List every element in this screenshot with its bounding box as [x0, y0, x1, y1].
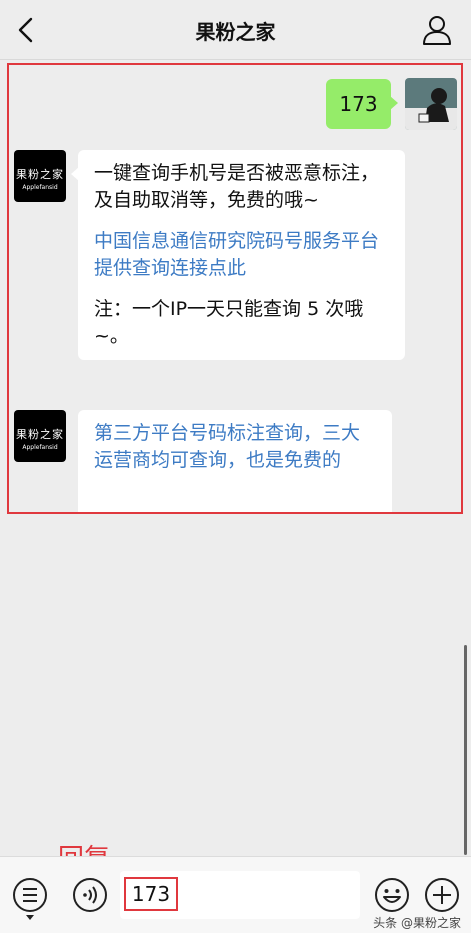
- caict-query-link[interactable]: 中国信息通信研究院码号服务平台提供查询连接点此: [94, 228, 391, 282]
- sent-message-text: 173: [339, 92, 378, 116]
- bot-avatar-name: 果粉之家: [16, 168, 64, 181]
- emoji-icon[interactable]: [374, 877, 410, 913]
- bot-avatar-subname: Applefansid: [22, 184, 58, 191]
- watermark: 头条 @果粉之家: [373, 916, 461, 930]
- voice-input-icon[interactable]: [72, 877, 108, 913]
- message-input[interactable]: 173: [120, 871, 360, 919]
- bot-avatar[interactable]: 果粉之家 Applefansid: [14, 150, 66, 202]
- reply-intro-text: 一键查询手机号是否被恶意标注，及自助取消等，免费的哦~: [94, 162, 380, 211]
- bot-avatar[interactable]: 果粉之家 Applefansid: [14, 410, 66, 462]
- menu-icon[interactable]: [12, 877, 48, 921]
- user-avatar-illustration-icon: [405, 78, 457, 130]
- third-party-query-link[interactable]: 第三方平台号码标注查询，三大运营商均可查询，也是免费的: [94, 420, 378, 474]
- profile-icon[interactable]: [421, 14, 453, 46]
- nav-bar: 果粉之家: [0, 0, 471, 60]
- reply-note-text: 注：一个IP一天只能查询 5 次哦~。: [94, 298, 364, 347]
- plus-icon[interactable]: [424, 877, 460, 913]
- sent-message-bubble[interactable]: 173: [326, 79, 398, 129]
- message-input-value: 173: [124, 877, 178, 911]
- chat-title: 果粉之家: [195, 20, 276, 44]
- bot-avatar-subname: Applefansid: [22, 444, 58, 451]
- reply-bubble-2[interactable]: 第三方平台号码标注查询，三大运营商均可查询，也是免费的: [78, 410, 392, 512]
- user-avatar[interactable]: [405, 78, 457, 130]
- scrollbar[interactable]: [464, 645, 467, 855]
- reply-bubble-1[interactable]: 一键查询手机号是否被恶意标注，及自助取消等，免费的哦~ 中国信息通信研究院码号服…: [71, 150, 405, 360]
- bot-avatar-name: 果粉之家: [16, 428, 64, 441]
